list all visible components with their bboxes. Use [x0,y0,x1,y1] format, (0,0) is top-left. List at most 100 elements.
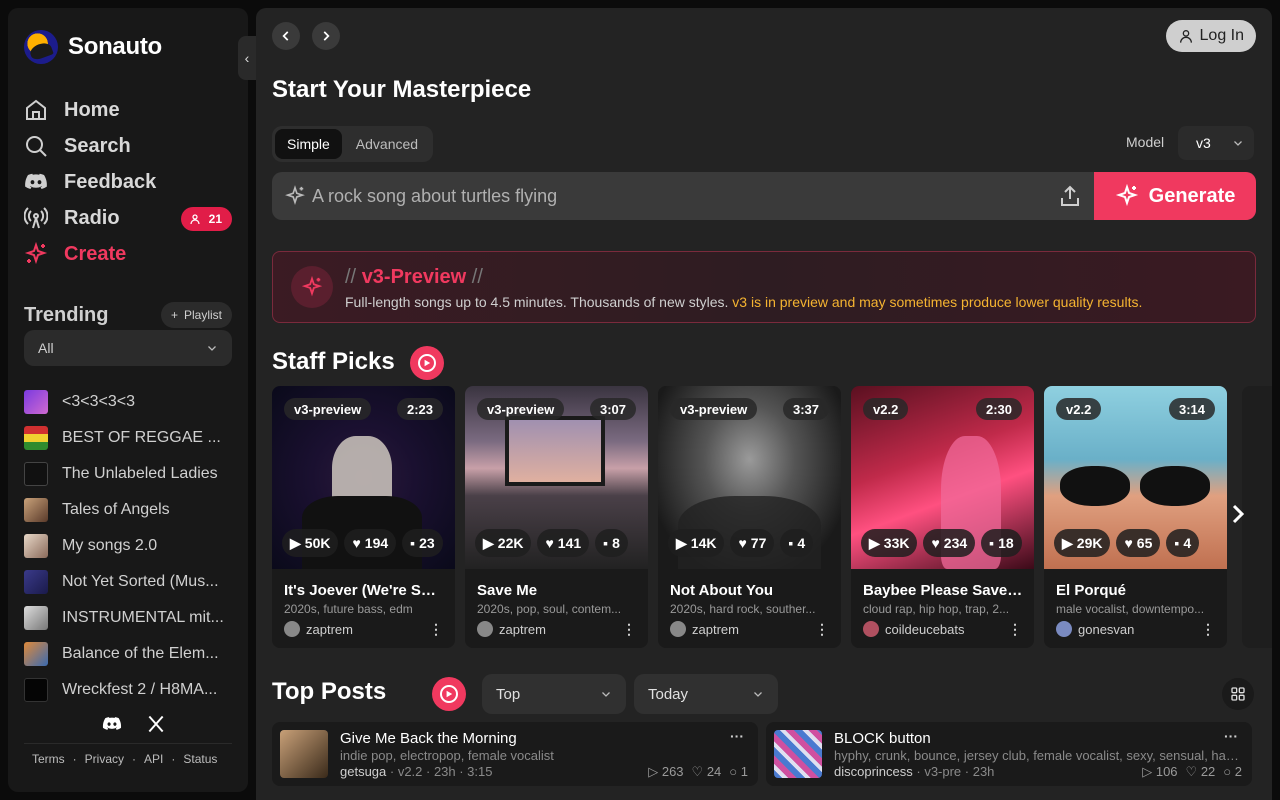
comments-stat[interactable]: ▪ 4 [1166,529,1200,557]
comments-stat[interactable]: ▪ 23 [402,529,443,557]
grid-view-button[interactable] [1222,678,1254,710]
nav-feedback[interactable]: Feedback [24,164,232,200]
status-link[interactable]: Status [183,752,217,766]
play-triangle [446,690,453,698]
song-title[interactable]: El Porqué [1056,582,1216,599]
carousel-next-button[interactable] [1230,502,1250,530]
song-cover-art: v3-preview 3:37 ▶ 14K ♥ 77 ▪ 4 [658,386,841,569]
post-tags: indie pop, electropop, female vocalist [340,748,554,763]
song-title[interactable]: Not About You [670,582,830,599]
likes-stat[interactable]: ♥ 234 [923,529,976,557]
period-select[interactable]: Today [634,674,778,714]
sort-select[interactable]: Top [482,674,626,714]
footer-separator: · [171,752,176,766]
more-options-icon[interactable]: ⋮ [1201,622,1215,636]
nav-radio[interactable]: Radio 21 [24,200,232,236]
playlist-item[interactable]: INSTRUMENTAL mit... [24,600,232,636]
period-value: Today [648,685,689,703]
nav-create[interactable]: Create [24,236,232,272]
new-playlist-button[interactable]: + Playlist [160,302,232,328]
login-button[interactable]: Log In [1165,20,1256,52]
song-card[interactable]: v2.2 2:30 ▶ 33K ♥ 234 ▪ 18 Baybee Please Sa… [851,386,1034,648]
likes-stat[interactable]: ♥ 141 [537,529,590,557]
post-title[interactable]: BLOCK button [834,730,931,747]
song-card[interactable]: v2.2 3:14 ▶ 29K ♥ 65 ▪ 4 El Porqué male voc… [1044,386,1227,648]
chevron-right-icon [1232,504,1245,524]
song-stats: ▶ 33K ♥ 234 ▪ 18 [861,529,1028,557]
playlist-item[interactable]: Wreckfest 2 / H8MA... [24,672,232,708]
playlist-item[interactable]: My songs 2.0 [24,528,232,564]
comments-stat[interactable]: ▪ 18 [981,529,1022,557]
discord-icon[interactable] [102,714,122,734]
logo[interactable]: Sonauto [24,30,162,64]
nav-search[interactable]: Search [24,128,232,164]
song-author[interactable]: zaptrem [284,621,353,637]
playlist-item[interactable]: Tales of Angels [24,492,232,528]
user-icon [190,214,200,225]
back-button[interactable] [272,22,300,50]
post-row[interactable]: BLOCK button hyphy, crunk, bounce, jerse… [766,722,1252,786]
comments-stat[interactable]: ○ 2 [1223,764,1242,780]
post-author[interactable]: getsuga [340,764,386,779]
likes-stat[interactable]: ♡ 24 [692,764,722,780]
terms-link[interactable]: Terms [32,752,65,766]
playlist-item[interactable]: Not Yet Sorted (Mus... [24,564,232,600]
api-link[interactable]: API [144,752,163,766]
post-author[interactable]: discoprincess [834,764,913,779]
nav-home[interactable]: Home [24,92,232,128]
song-tags: 2020s, hard rock, souther... [670,602,816,616]
playlist-item[interactable]: BEST OF REGGAE ... [24,420,232,456]
song-author[interactable]: zaptrem [670,621,739,637]
likes-stat[interactable]: ♡ 22 [1186,764,1216,780]
song-title[interactable]: Baybee Please Save ... [863,582,1023,599]
play-top-posts-button[interactable] [432,677,466,711]
author-name: gonesvan [1078,621,1135,637]
generate-button[interactable]: Generate [1094,172,1256,220]
x-twitter-icon[interactable] [146,714,166,734]
model-select[interactable]: v3 [1178,126,1254,160]
playlist-list: <3<3<3<3 BEST OF REGGAE ... The Unlabele… [24,384,232,708]
playlist-item[interactable]: <3<3<3<3 [24,384,232,420]
more-options-icon[interactable]: ··· [1224,728,1238,744]
likes-stat[interactable]: ♥ 77 [730,529,775,557]
avatar [670,621,686,637]
song-card[interactable]: v3-preview 3:37 ▶ 14K ♥ 77 ▪ 4 Not About Yo… [658,386,841,648]
song-author[interactable]: zaptrem [477,621,546,637]
version-pill: v2.2 [1056,398,1102,420]
trending-filter-select[interactable]: All [24,330,232,366]
song-title[interactable]: It's Joever (We're So ... [284,582,444,599]
song-card[interactable]: v3-preview 3:07 ▶ 22K ♥ 141 ▪ 8 Save Me 202… [465,386,648,648]
duration-pill: 3:37 [782,398,829,420]
upload-icon[interactable] [1058,184,1082,208]
playlist-item[interactable]: The Unlabeled Ladies [24,456,232,492]
more-options-icon[interactable]: ⋮ [622,622,636,636]
plays-count: 22K [497,535,524,551]
play-icon: ▶ [676,534,687,551]
more-options-icon[interactable]: ⋮ [429,622,443,636]
post-tags: hyphy, crunk, bounce, jersey club, femal… [834,748,1244,763]
post-title[interactable]: Give Me Back the Morning [340,730,517,747]
more-options-icon[interactable]: ⋮ [815,622,829,636]
banner-title-text: v3-Preview [361,266,467,288]
post-row[interactable]: Give Me Back the Morning indie pop, elec… [272,722,758,786]
tab-simple[interactable]: Simple [275,129,342,159]
likes-stat[interactable]: ♥ 194 [344,529,397,557]
song-author[interactable]: gonesvan [1056,621,1134,637]
play-staff-picks-button[interactable] [410,346,444,380]
more-options-icon[interactable]: ··· [730,728,744,744]
banner-title: // v3-Preview // [345,266,483,289]
forward-button[interactable] [312,22,340,50]
song-card[interactable]: v3-preview 2:23 ▶ 50K ♥ 194 ▪ 23 It's Joeve… [272,386,455,648]
prompt-input[interactable] [312,172,1032,220]
collapse-sidebar-button[interactable]: ‹ [238,36,256,80]
playlist-item[interactable]: Balance of the Elem... [24,636,232,672]
comments-stat[interactable]: ○ 1 [729,764,748,780]
tab-advanced[interactable]: Advanced [344,129,430,159]
song-title[interactable]: Save Me [477,582,637,599]
more-options-icon[interactable]: ⋮ [1008,622,1022,636]
comments-stat[interactable]: ▪ 8 [595,529,628,557]
likes-stat[interactable]: ♥ 65 [1116,529,1161,557]
song-author[interactable]: coildeucebats [863,621,965,637]
privacy-link[interactable]: Privacy [85,752,124,766]
comments-stat[interactable]: ▪ 4 [780,529,814,557]
